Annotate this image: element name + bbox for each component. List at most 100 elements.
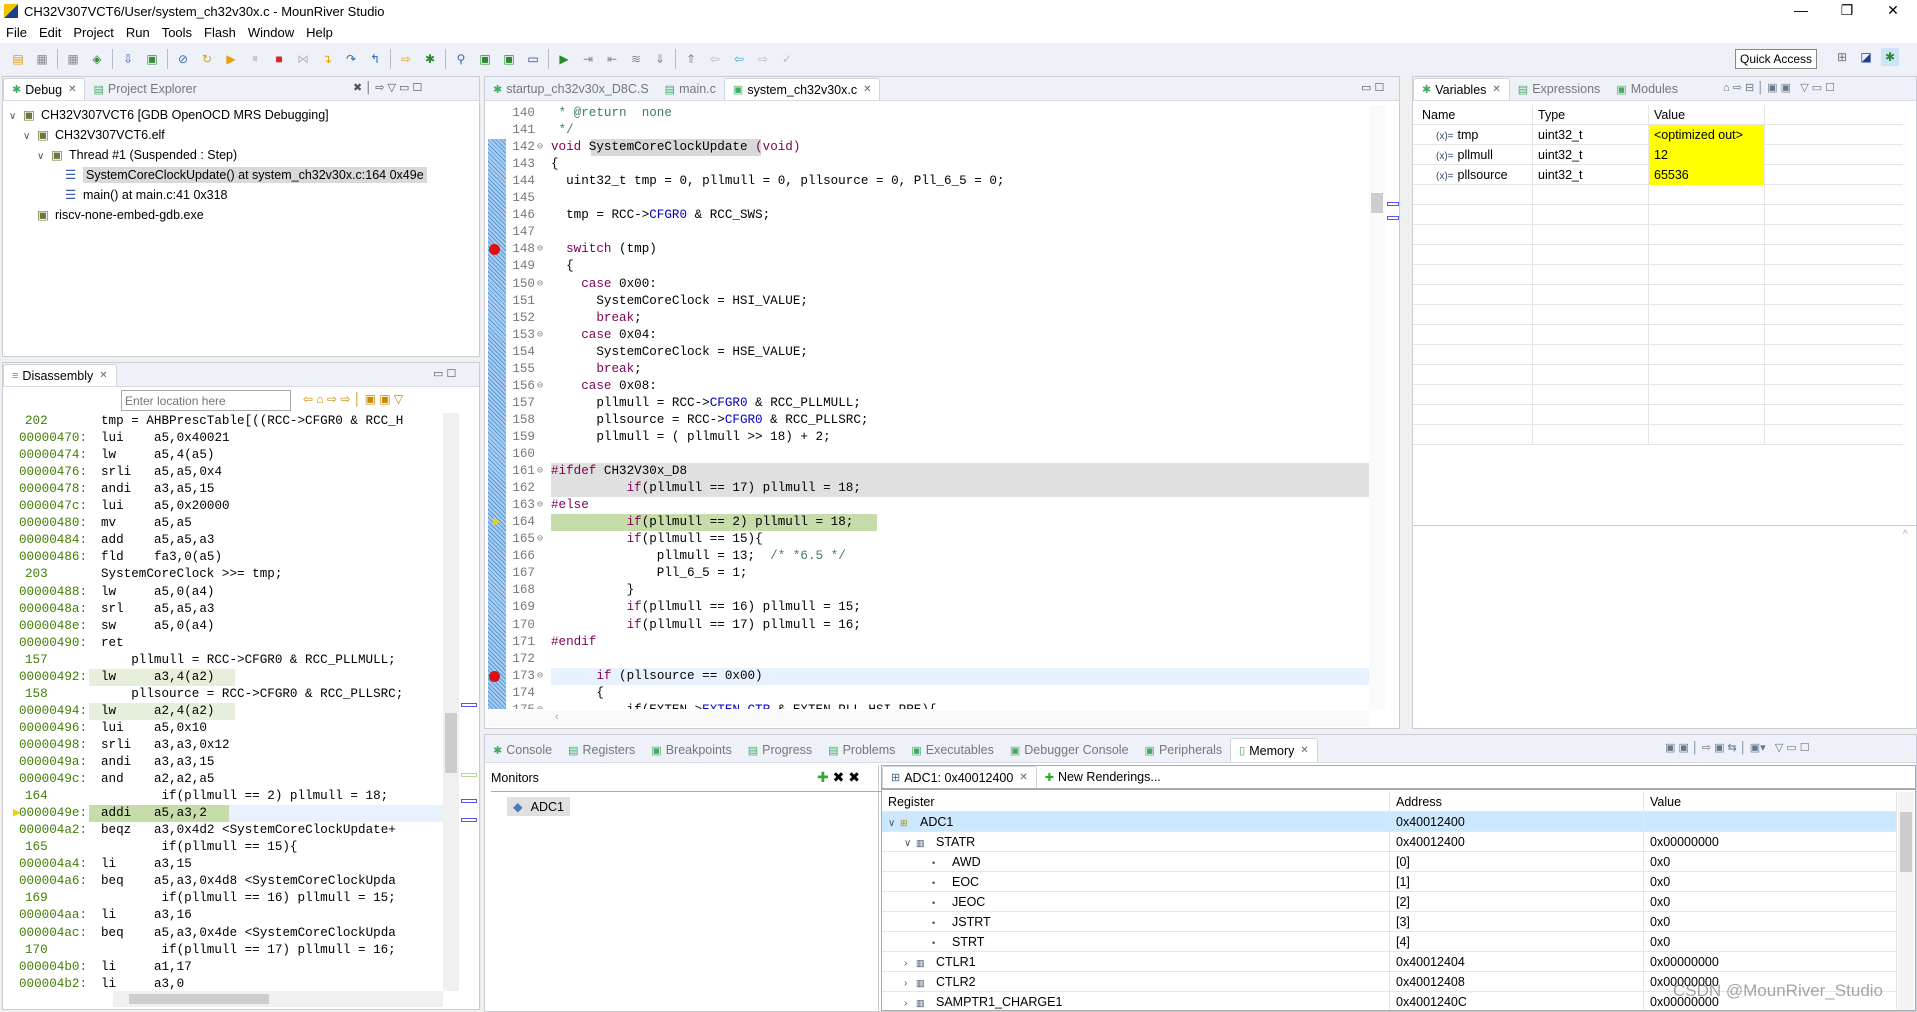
code-line[interactable]: 168 } bbox=[485, 582, 1369, 599]
instruction-row[interactable]: 00000476: srli a5,a5,0x4 bbox=[3, 464, 443, 481]
code-line[interactable]: 166 pllmull = 13; /* *6.5 */ bbox=[485, 548, 1369, 565]
chevron-down-icon[interactable]: ∨ bbox=[23, 127, 37, 147]
code-line[interactable]: 149 { bbox=[485, 258, 1369, 275]
register-row[interactable]: • AWD [0] 0x0 bbox=[882, 852, 1897, 872]
variable-row[interactable]: (x)= pllsource uint32_t 65536 bbox=[1413, 165, 1903, 185]
code-line[interactable]: 172 bbox=[485, 651, 1369, 668]
register-value-cell[interactable]: 0x0 bbox=[1644, 852, 1897, 872]
code-line[interactable]: 167 Pll_6_5 = 1; bbox=[485, 565, 1369, 582]
overview-marker[interactable] bbox=[461, 799, 477, 803]
variable-row[interactable]: (x)= tmp uint32_t <optimized out> bbox=[1413, 125, 1903, 145]
instruction-row[interactable]: 0000049c: and a2,a2,a5 bbox=[3, 771, 443, 788]
code-line[interactable]: 170 if(pllmull == 17) pllmull = 16; bbox=[485, 617, 1369, 634]
code-line[interactable]: 164 ▶ if(pllmull == 2) pllmull = 18; bbox=[485, 514, 1369, 532]
code-line[interactable]: 140 * @return none bbox=[485, 105, 1369, 122]
scroll-thumb[interactable] bbox=[1900, 812, 1912, 872]
code-line[interactable]: 157 pllmull = RCC->CFGR0 & RCC_PLLMULL; bbox=[485, 395, 1369, 412]
align2-icon[interactable]: ⇤ bbox=[603, 50, 621, 68]
tab-debug[interactable]: ✱ Debug ✕ bbox=[3, 78, 86, 100]
close-tab-icon[interactable]: ✕ bbox=[1019, 772, 1027, 783]
instruction-row[interactable]: 000004b0: li a1,17 bbox=[3, 959, 443, 976]
suspend-icon[interactable]: ⏸ bbox=[246, 50, 264, 68]
mounriver-icon[interactable]: ◪ bbox=[1857, 48, 1875, 66]
register-value-cell[interactable] bbox=[1644, 812, 1897, 832]
debug-tree-item[interactable]: ∨ ▣ CH32V307VCT6.elf bbox=[23, 125, 165, 145]
code-line[interactable]: 174 { bbox=[485, 685, 1369, 702]
instruction-row[interactable]: 0000049a: andi a3,a3,15 bbox=[3, 754, 443, 771]
code-line[interactable]: 155 break; bbox=[485, 361, 1369, 378]
minimize-maximize-icons[interactable]: ▭ ☐ bbox=[433, 367, 456, 380]
console-icon[interactable]: ▣ bbox=[143, 50, 161, 68]
code-line[interactable]: 150 ⊖ case 0x00: bbox=[485, 276, 1369, 293]
step-over-icon[interactable]: ↷ bbox=[342, 50, 360, 68]
instruction-row[interactable]: 000004ac: beq a5,a3,0x4de <SystemCoreClock… bbox=[3, 925, 443, 942]
register-value-cell[interactable]: 0x0 bbox=[1644, 932, 1897, 952]
view-menu-icon[interactable]: ✖ │ ⇨ ▽ ▭ ☐ bbox=[353, 81, 422, 94]
pin2-icon[interactable]: ✓ bbox=[778, 50, 796, 68]
column-header-address[interactable]: Address bbox=[1390, 792, 1644, 812]
instruction-row[interactable]: 0000048a: srl a5,a5,a3 bbox=[3, 601, 443, 618]
register-value-cell[interactable]: 0x00000000 bbox=[1644, 832, 1897, 852]
format-icon[interactable]: ≋ bbox=[627, 50, 645, 68]
disassembly-toolbar-icons[interactable]: ⇦ ⌂ ⇨ ⇨ │ ▣ ▣ ▽ bbox=[303, 392, 403, 406]
details-scrollbar[interactable]: ^ bbox=[1903, 529, 1916, 709]
column-header-value[interactable]: Value bbox=[1644, 792, 1897, 812]
overview-marker[interactable] bbox=[461, 703, 477, 707]
tab-memory[interactable]: ▯ Memory ✕ bbox=[1230, 738, 1318, 762]
source-line[interactable]: 157 pllmull = RCC->CFGR0 & RCC_PLLMULL; bbox=[3, 652, 443, 669]
instruction-row[interactable]: 00000486: fld fa3,0(a5) bbox=[3, 549, 443, 566]
code-line[interactable]: 163 ⊖ #else bbox=[485, 497, 1369, 514]
close-tab-icon[interactable]: ✕ bbox=[99, 370, 107, 381]
debug-tree-item[interactable]: ☰ main() at main.c:41 0x318 bbox=[51, 185, 228, 205]
terminal-icon[interactable]: ▭ bbox=[524, 50, 542, 68]
chevron-down-icon[interactable]: ∨ bbox=[888, 814, 900, 834]
tab-console[interactable]: ✱ Console bbox=[485, 738, 560, 762]
code-line[interactable]: 156 ⊖ case 0x08: bbox=[485, 378, 1369, 395]
column-header-register[interactable]: Register bbox=[882, 792, 1390, 812]
run-icon[interactable]: ▶ bbox=[555, 50, 573, 68]
close-tab-icon[interactable]: ✕ bbox=[1300, 745, 1308, 756]
minimize-maximize-icons[interactable]: ▭ ☐ bbox=[1361, 81, 1384, 94]
fold-toggle-icon[interactable]: ⊖ bbox=[537, 241, 543, 258]
fold-toggle-icon[interactable]: ⊖ bbox=[537, 497, 543, 514]
horizontal-scrollbar[interactable]: ‹ bbox=[485, 711, 1369, 727]
fold-toggle-icon[interactable]: ⊖ bbox=[537, 276, 543, 293]
vertical-scrollbar[interactable] bbox=[443, 413, 459, 991]
instruction-row[interactable]: 000004a2: beqz a3,0x4d2 <SystemCoreClockUp… bbox=[3, 822, 443, 839]
instruction-row[interactable]: 00000498: srli a3,a3,0x12 bbox=[3, 737, 443, 754]
source-line[interactable]: 203 SystemCoreClock >>= tmp; bbox=[3, 566, 443, 583]
code-line[interactable]: 146 tmp = RCC->CFGR0 & RCC_SWS; bbox=[485, 207, 1369, 224]
fold-toggle-icon[interactable]: ⊖ bbox=[537, 378, 543, 395]
register-row[interactable]: • JSTRT [3] 0x0 bbox=[882, 912, 1897, 932]
code-line[interactable]: 160 bbox=[485, 446, 1369, 463]
quick-access-input[interactable]: Quick Access bbox=[1735, 49, 1817, 69]
instruction-row[interactable]: 00000474: lw a5,4(a5) bbox=[3, 447, 443, 464]
source-line[interactable]: 165 if(pllmull == 15){ bbox=[3, 839, 443, 856]
overview-marker[interactable] bbox=[1387, 216, 1399, 220]
code-line[interactable]: 147 bbox=[485, 224, 1369, 241]
register-row[interactable]: • EOC [1] 0x0 bbox=[882, 872, 1897, 892]
close-tab-icon[interactable]: ✕ bbox=[68, 84, 76, 95]
source-line[interactable]: 169 if(pllmull == 16) pllmull = 15; bbox=[3, 890, 443, 907]
code-line[interactable]: 141 */ bbox=[485, 122, 1369, 139]
scroll-thumb[interactable] bbox=[1371, 193, 1383, 213]
tab-system-ch32v30x-c[interactable]: ▣ system_ch32v30x.c ✕ bbox=[723, 78, 881, 100]
register-row[interactable]: › ▥ CTLR1 0x40012404 0x00000000 bbox=[882, 952, 1897, 972]
align-icon[interactable]: ⇥ bbox=[579, 50, 597, 68]
debug-tree-item[interactable]: ∨ ▣ CH32V307VCT6 [GDB OpenOCD MRS Debuggin… bbox=[9, 105, 329, 125]
save-icon[interactable]: ▦ bbox=[33, 50, 51, 68]
variable-row[interactable]: (x)= pllmull uint32_t 12 bbox=[1413, 145, 1903, 165]
code-line[interactable]: 171 #endif bbox=[485, 634, 1369, 651]
restore-button[interactable]: ❐ bbox=[1824, 0, 1870, 22]
pin-icon[interactable]: ⇨ bbox=[754, 50, 772, 68]
tab-problems[interactable]: ▤ Problems bbox=[820, 738, 903, 762]
register-value-cell[interactable]: 0x0 bbox=[1644, 892, 1897, 912]
tab-executables[interactable]: ▣ Executables bbox=[903, 738, 1002, 762]
menu-help[interactable]: Help bbox=[300, 25, 339, 40]
menu-run[interactable]: Run bbox=[120, 25, 156, 40]
instruction-row[interactable]: 0000047c: lui a5,0x20000 bbox=[3, 498, 443, 515]
memory-toolbar-icons[interactable]: ▣ ▣ │ ⇨ ▣ ⇆ │ ▣▾ ▽ ▭ ☐ bbox=[1665, 741, 1810, 754]
column-header-name[interactable]: Name bbox=[1417, 105, 1533, 125]
chevron-right-icon[interactable]: › bbox=[904, 954, 916, 974]
instruction-row[interactable]: ▶ 0000049e: addi a5,a3,2 bbox=[3, 805, 443, 823]
